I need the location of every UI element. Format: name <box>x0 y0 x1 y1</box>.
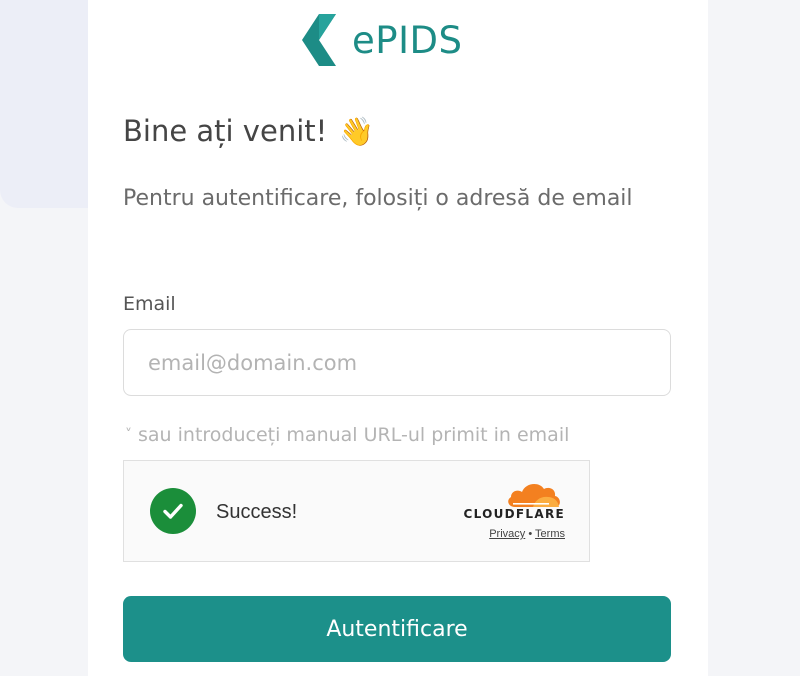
brand-name: ePIDS <box>352 18 463 62</box>
welcome-title: Bine ați venit! <box>123 114 328 148</box>
email-input[interactable] <box>123 329 671 396</box>
email-label: Email <box>123 293 176 315</box>
captcha-status: Success! <box>216 501 298 523</box>
waving-hand-icon: 👋 <box>339 114 375 148</box>
cloudflare-branding: CLOUDFLARE Privacy • Terms <box>443 477 565 547</box>
login-card: ePIDS Bine ați venit! 👋 Pentru autentifi… <box>88 0 708 676</box>
cloudflare-wordmark: CLOUDFLARE <box>463 507 565 521</box>
success-check-icon <box>150 488 196 534</box>
epids-logo-icon <box>302 14 338 66</box>
cloudflare-captcha-widget: Success! CLOUDFLARE Privacy • Terms <box>123 460 590 562</box>
manual-url-label: sau introduceți manual URL-ul primit in … <box>138 424 570 446</box>
link-separator: • <box>528 528 533 540</box>
privacy-link[interactable]: Privacy <box>489 528 525 540</box>
login-subtitle: Pentru autentificare, folosiți o adresă … <box>123 186 633 211</box>
brand-logo: ePIDS <box>302 14 462 66</box>
captcha-links: Privacy • Terms <box>489 528 565 540</box>
welcome-heading: Bine ați venit! 👋 <box>123 114 374 148</box>
manual-url-toggle[interactable]: ˅ sau introduceți manual URL-ul primit i… <box>125 424 569 446</box>
terms-link[interactable]: Terms <box>535 528 565 540</box>
chevron-down-icon: ˅ <box>125 427 132 443</box>
login-button[interactable]: Autentificare <box>123 596 671 662</box>
